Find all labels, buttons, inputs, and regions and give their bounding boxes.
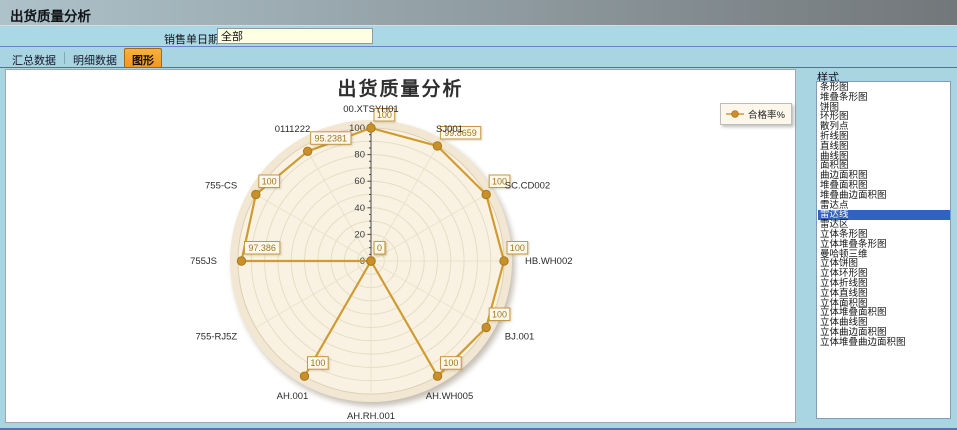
data-point[interactable] (303, 147, 311, 155)
legend-label: 合格率% (748, 107, 785, 121)
svg-text:100: 100 (443, 358, 458, 368)
category-label: 00.XTSYH01 (343, 104, 398, 115)
svg-text:100: 100 (492, 310, 507, 320)
data-point[interactable] (237, 257, 245, 265)
window-title: 出货质量分析 (10, 5, 91, 25)
point-value-label: 100 (507, 242, 528, 255)
tab-separator (64, 52, 65, 64)
axis-tick-label: 80 (354, 150, 365, 161)
data-point[interactable] (482, 190, 490, 198)
data-point[interactable] (367, 124, 375, 132)
chart-title: 出货质量分析 (6, 74, 795, 101)
svg-text:100: 100 (310, 358, 325, 368)
axis-tick-label: 20 (354, 229, 365, 240)
svg-text:95.2381: 95.2381 (315, 133, 348, 143)
chart-panel: 02040608010010099.8659100100100100010009… (5, 69, 796, 423)
data-point[interactable] (300, 372, 308, 380)
radar-chart: 02040608010010099.8659100100100100010009… (6, 70, 795, 422)
svg-text:97.386: 97.386 (248, 243, 276, 253)
data-point[interactable] (433, 372, 441, 380)
data-point[interactable] (252, 190, 260, 198)
style-option[interactable]: 立体堆叠曲边面积图 (818, 338, 950, 348)
category-label: BJ.001 (505, 332, 535, 343)
category-label: AH.RH.001 (347, 411, 395, 422)
category-label: 755-RJ5Z (196, 332, 238, 343)
date-filter-input[interactable] (217, 28, 373, 44)
app-window: 出货质量分析 销售单日期 汇总数据明细数据图形 0 20 40 60 80 100 100 9… (0, 0, 957, 430)
axis-tick-label: 60 (354, 176, 365, 187)
point-value-label: 0 (374, 242, 385, 255)
category-label: 755-CS (205, 181, 237, 192)
category-label: AH.001 (277, 391, 309, 402)
tab-detail-data[interactable]: 明细数据 (66, 50, 124, 67)
category-label: 0111222 (275, 124, 311, 135)
point-value-label: 100 (259, 175, 280, 188)
window-title-bar: 出货质量分析 (0, 0, 957, 26)
data-point[interactable] (500, 257, 508, 265)
point-value-label: 97.386 (244, 242, 279, 255)
point-value-label: 100 (308, 357, 329, 370)
legend[interactable]: 合格率% (720, 103, 792, 125)
data-point[interactable] (367, 257, 375, 265)
filter-toolbar: 销售单日期 (0, 27, 957, 47)
data-point[interactable] (482, 323, 490, 331)
category-label: HB.WH002 (525, 256, 573, 267)
point-value-label: 95.2381 (311, 132, 351, 145)
category-label: SJ001 (436, 124, 463, 135)
tab-bar: 汇总数据明细数据图形 (0, 48, 957, 68)
axis-tick-label: 40 (354, 203, 365, 214)
point-value-label: 100 (441, 357, 462, 370)
point-value-label: 100 (489, 308, 510, 321)
svg-text:0: 0 (377, 243, 382, 253)
svg-text:100: 100 (510, 243, 525, 253)
style-panel: 样式 条形图堆叠条形图饼图环形图散列点折线图直线图曲线图面积图曲边面积图堆叠面积… (800, 68, 957, 430)
style-list[interactable]: 条形图堆叠条形图饼图环形图散列点折线图直线图曲线图面积图曲边面积图堆叠面积图堆叠… (816, 81, 951, 419)
tab-graph[interactable]: 图形 (124, 48, 162, 67)
category-label: 755JS (190, 256, 217, 267)
data-point[interactable] (433, 142, 441, 150)
svg-text:100: 100 (262, 177, 277, 187)
legend-marker (725, 109, 745, 119)
date-filter-label: 销售单日期 (164, 31, 219, 47)
tab-summary-data[interactable]: 汇总数据 (5, 50, 63, 67)
category-label: SC.CD002 (505, 181, 550, 192)
category-label: AH.WH005 (426, 391, 474, 402)
